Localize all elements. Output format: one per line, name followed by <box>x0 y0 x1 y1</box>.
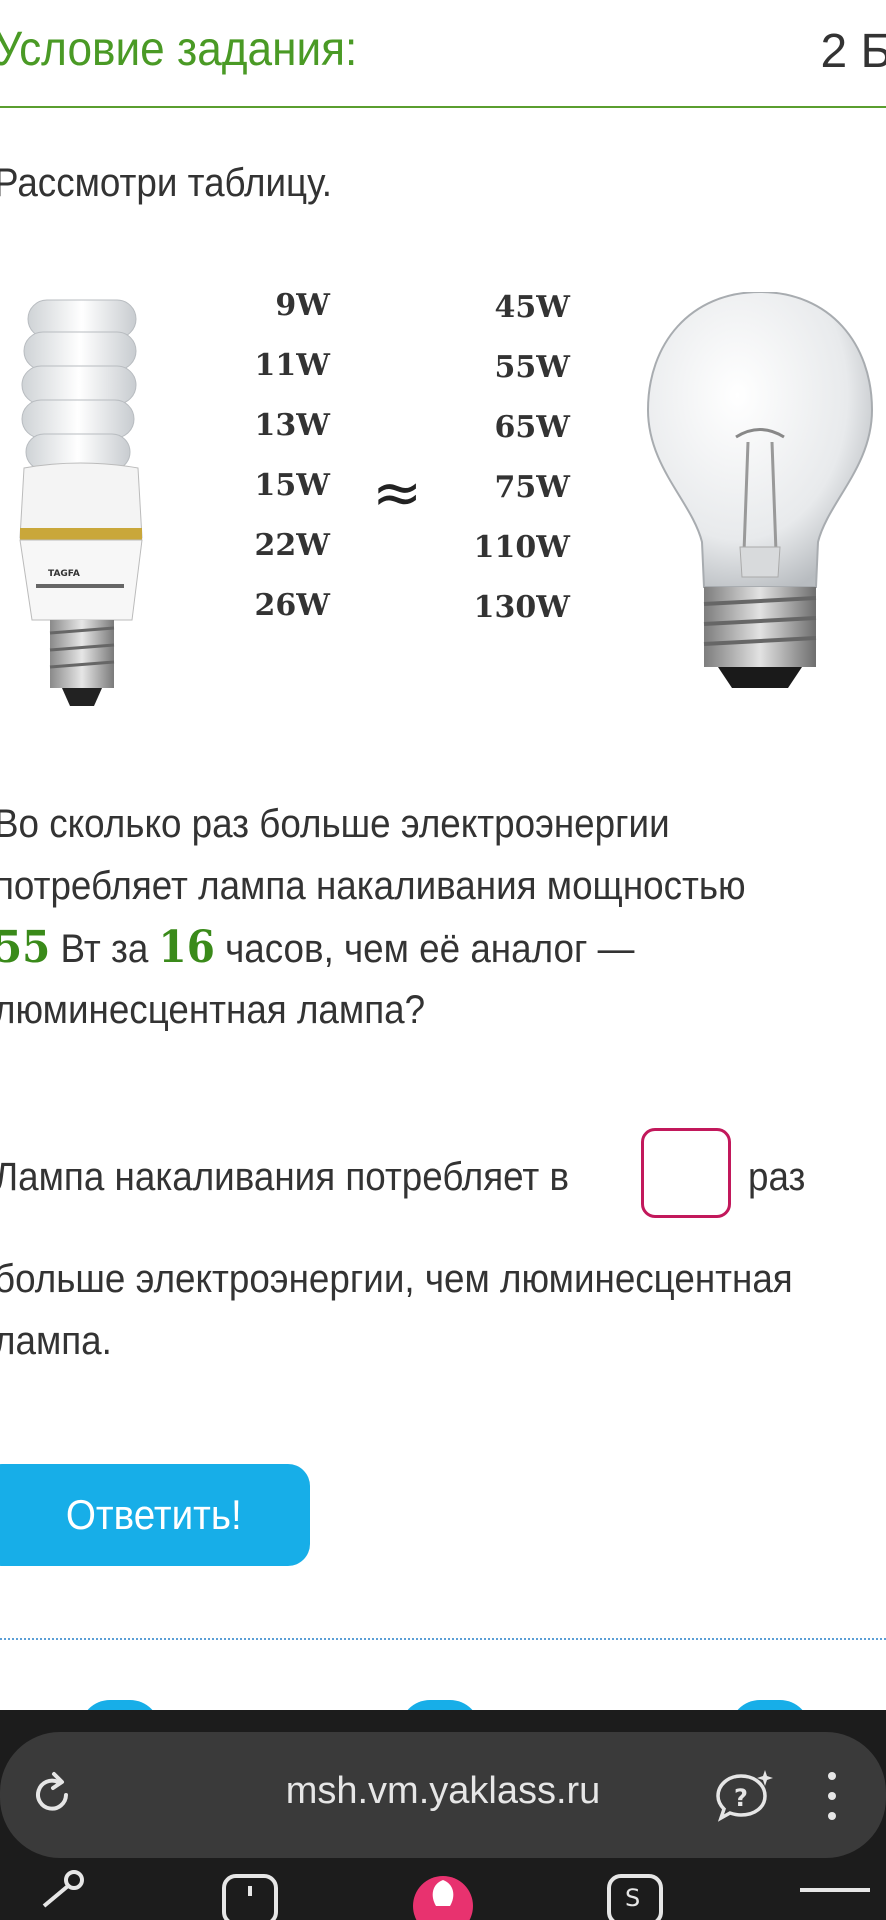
divider <box>0 1638 886 1640</box>
svg-text:S: S <box>625 1884 640 1912</box>
question-line-1: Во сколько раз больше электроэнергии <box>0 802 670 846</box>
cfl-wattage-column: 9W 11W 13W 15W 22W 26W <box>250 288 330 648</box>
question-line-4: люминесцентная лампа? <box>0 988 426 1032</box>
bottom-nav: S <box>0 1866 886 1920</box>
answer-input[interactable] <box>641 1128 731 1218</box>
hours-value: 16 <box>158 922 215 973</box>
cfl-watt: 9W <box>275 288 330 323</box>
cfl-watt: 11W <box>254 348 330 383</box>
tabs-icon[interactable] <box>220 1866 280 1920</box>
nav-handle <box>800 1888 870 1892</box>
cfl-bulb-icon: TAGFA <box>19 299 143 706</box>
incandescent-watt: 45W <box>494 290 570 325</box>
answer-text-before: Лампа накаливания потребляет в <box>0 1155 570 1199</box>
url-text: msh.vm.yaklass.ru <box>285 1770 601 1812</box>
incandescent-bulb-icon <box>646 292 874 688</box>
bulb-comparison-image: TAGFA 9W 11W 13W 15W 22W 26W ≈ 45W 55W 6… <box>0 288 886 728</box>
incandescent-watt: 130W <box>473 590 570 625</box>
cfl-brand-label: TAGFA <box>48 569 80 579</box>
submit-button[interactable]: Ответить! <box>0 1464 310 1566</box>
page-title: Условие задания: <box>0 23 358 76</box>
cfl-watt: 22W <box>254 528 330 563</box>
answer-line-2: больше электроэнергии, чем люминесцентна… <box>0 1257 793 1301</box>
incandescent-watt: 55W <box>494 350 570 385</box>
intro-text: Рассмотри таблицу. <box>0 161 333 205</box>
approx-sign: ≈ <box>372 458 423 528</box>
share-icon[interactable] <box>30 1866 90 1920</box>
incandescent-watt: 75W <box>494 470 570 505</box>
cfl-watt: 26W <box>254 588 330 623</box>
question-line-3: 55 Вт за 16 часов, чем её аналог — <box>0 917 634 980</box>
incandescent-watt: 65W <box>494 410 570 445</box>
task-header: Условие задания: 2 Б <box>0 0 886 108</box>
question-line-2: потребляет лампа накаливания мощностью <box>0 864 746 908</box>
answer-text-after: раз <box>748 1155 806 1199</box>
home-icon[interactable] <box>408 1866 478 1920</box>
cfl-watt: 15W <box>254 468 330 503</box>
incandescent-wattage-column: 45W 55W 65W 75W 110W 130W <box>460 290 570 650</box>
score-label: 2 Б <box>820 25 886 78</box>
incandescent-watt: 110W <box>473 530 570 565</box>
answer-line-3: лампа. <box>0 1319 112 1363</box>
cfl-watt: 13W <box>254 408 330 443</box>
power-value: 55 <box>0 922 51 973</box>
profile-icon[interactable]: S <box>605 1866 665 1920</box>
